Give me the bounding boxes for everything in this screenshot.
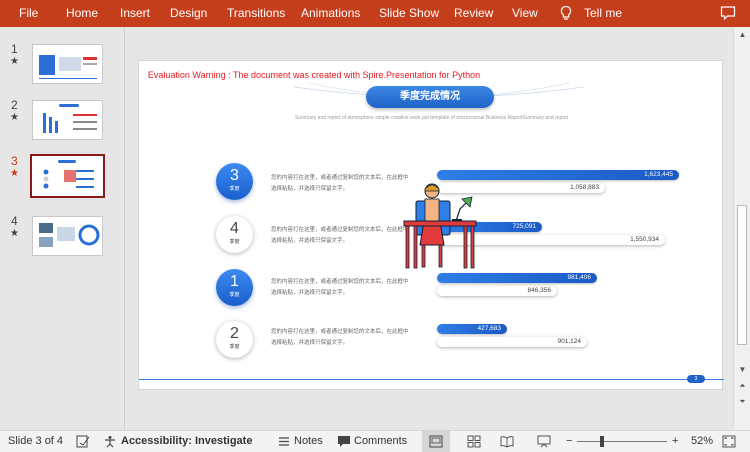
scrollbar-thumb[interactable] [737, 205, 747, 345]
thumbnail-slide-3[interactable]: 3 ★ [0, 154, 124, 209]
quarter-number: 2 [230, 325, 239, 342]
tab-review[interactable]: Review [454, 6, 493, 20]
previous-slide-icon[interactable]: ⏶ [737, 380, 748, 391]
slide-footer-line [139, 379, 724, 380]
thumbnail-image [32, 216, 103, 256]
comment-icon[interactable] [720, 5, 736, 21]
accessibility-status[interactable]: Accessibility: Investigate [121, 435, 252, 447]
tab-home[interactable]: Home [66, 6, 98, 20]
slide-title: 季度完成情况 [366, 86, 494, 108]
quarter-unit: 季度 [229, 186, 240, 192]
zoom-level[interactable]: 52% [691, 435, 713, 447]
thumbnail-slide-1[interactable]: 1 ★ [0, 42, 124, 97]
row-description: 您的内容打在这里，或者通过复制您的文本后，在此框中选择粘贴，并选择只保留文字。 [271, 175, 409, 192]
status-bar: Slide 3 of 4 Accessibility: Investigate … [0, 430, 750, 452]
comments-icon[interactable] [337, 435, 351, 448]
thumbnail-number: 1 [11, 42, 18, 56]
value-bar-secondary: 901,124 [437, 337, 587, 347]
normal-view-button[interactable] [422, 431, 450, 452]
lightbulb-icon[interactable] [559, 5, 573, 21]
spelling-check-icon[interactable] [76, 435, 90, 448]
quarter-number: 3 [230, 167, 239, 184]
value-bar-primary: 427,683 [437, 324, 507, 334]
evaluation-warning: Evaluation Warning : The document was cr… [147, 70, 481, 80]
quarter-badge: 2 季度 [216, 321, 253, 358]
value-bar-primary: 981,406 [437, 273, 597, 283]
tab-transitions[interactable]: Transitions [227, 6, 285, 20]
slide-canvas[interactable]: Evaluation Warning : The document was cr… [138, 60, 724, 390]
quarter-badge: 3 季度 [216, 163, 253, 200]
value-bar-primary: 1,623,445 [437, 170, 679, 180]
thumbnail-number: 2 [11, 98, 18, 112]
fit-slide-icon[interactable] [722, 435, 736, 448]
quarter-number: 1 [230, 273, 239, 290]
quarter-badge: 1 季度 [216, 269, 253, 306]
comments-button[interactable]: Comments [354, 435, 407, 447]
tab-animations[interactable]: Animations [301, 6, 360, 20]
scroll-up-arrow-icon[interactable]: ▲ [737, 29, 748, 40]
zoom-out-button[interactable]: − [566, 435, 572, 447]
value-bar-secondary: 846,356 [437, 286, 557, 296]
slide-show-icon[interactable] [537, 435, 551, 448]
tab-view[interactable]: View [512, 6, 538, 20]
vertical-scrollbar[interactable]: ▲ ▼ ⏶ ⏷ [733, 27, 750, 430]
slide-sorter-icon[interactable] [467, 435, 481, 448]
slide-counter: Slide 3 of 4 [8, 435, 64, 447]
thumbnail-number: 4 [11, 214, 18, 228]
slide-thumbnail-pane: 1 ★ 2 ★ 3 ★ 4 ★ [0, 27, 124, 430]
animation-star-icon: ★ [10, 168, 19, 179]
quarter-unit: 季度 [229, 239, 240, 245]
tab-insert[interactable]: Insert [120, 6, 150, 20]
slide-page-number: 3 [687, 375, 705, 383]
zoom-slider-track[interactable] [577, 441, 667, 442]
thumbnail-image [32, 100, 103, 140]
tab-slide-show[interactable]: Slide Show [379, 6, 439, 20]
thumbnail-image [30, 154, 105, 198]
thumbnail-slide-4[interactable]: 4 ★ [0, 214, 124, 269]
quarter-number: 4 [230, 220, 239, 237]
accessibility-icon[interactable] [103, 435, 117, 448]
thumbnail-number: 3 [11, 154, 18, 168]
quarter-badge: 4 季度 [216, 216, 253, 253]
person-at-desk-illustration [403, 183, 477, 269]
thumbnail-slide-2[interactable]: 2 ★ [0, 98, 124, 153]
tab-design[interactable]: Design [170, 6, 207, 20]
thumbnail-image [32, 44, 103, 84]
animation-star-icon: ★ [10, 112, 19, 123]
animation-star-icon: ★ [10, 56, 19, 67]
row-description: 您的内容打在这里，或者通过复制您的文本后，在此框中选择粘贴，并选择只保留文字。 [271, 279, 409, 296]
reading-view-icon[interactable] [500, 435, 514, 448]
tell-me-search[interactable]: Tell me [584, 6, 622, 20]
row-description: 您的内容打在这里，或者通过复制您的文本后，在此框中选择粘贴，并选择只保留文字。 [271, 329, 409, 346]
normal-view-icon [429, 435, 443, 448]
next-slide-icon[interactable]: ⏷ [737, 396, 748, 407]
ribbon-menu: File Home Insert Design Transitions Anim… [0, 0, 750, 27]
zoom-in-button[interactable]: + [672, 435, 678, 447]
tab-file[interactable]: File [19, 6, 38, 20]
zoom-slider-thumb[interactable] [600, 436, 604, 447]
quarter-unit: 季度 [229, 292, 240, 298]
quarter-unit: 季度 [229, 344, 240, 350]
notes-icon[interactable] [277, 435, 291, 448]
slide-subtitle: Summary and report of atmosphere simple … [294, 115, 569, 121]
scroll-down-arrow-icon[interactable]: ▼ [737, 364, 748, 375]
row-description: 您的内容打在这里，或者通过复制您的文本后，在此框中选择粘贴，并选择只保留文字。 [271, 227, 409, 244]
animation-star-icon: ★ [10, 228, 19, 239]
notes-button[interactable]: Notes [294, 435, 323, 447]
